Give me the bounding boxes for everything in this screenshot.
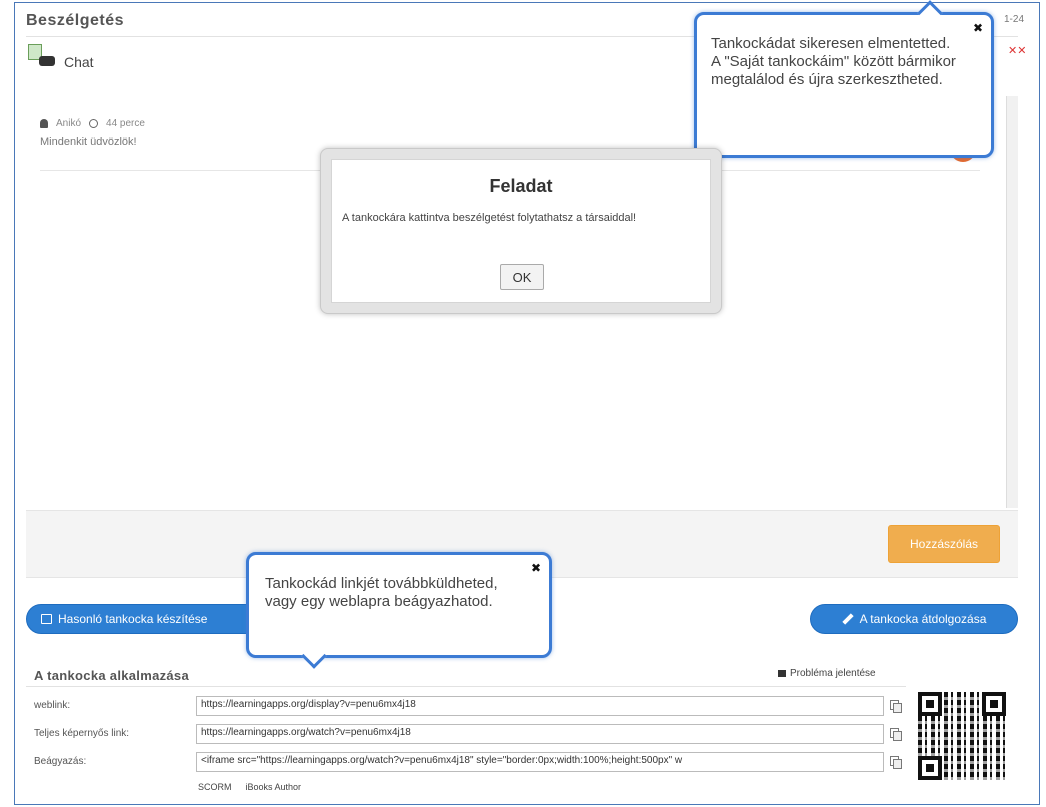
fullscreen-link-field[interactable]: https://learningapps.org/watch?v=penu6mx… [196,724,884,744]
page-title: Beszélgetés [26,12,124,29]
report-label: Probléma jelentése [790,668,876,679]
message-text: Mindenkit üdvözlök! [40,136,137,148]
scorm-link[interactable]: SCORM [198,782,232,792]
share-link-text: Tankockád linkjét továbbküldheted, vagy … [265,575,498,610]
weblink-field[interactable]: https://learningapps.org/display?v=penu6… [196,696,884,716]
save-success-tooltip: ✖ Tankockádat sikeresen elmentetted. A "… [694,0,994,158]
dialog-body: A tankockára kattintva beszélgetést foly… [342,212,637,224]
weblink-label: weblink: [34,700,71,711]
create-similar-button[interactable]: Hasonló tankocka készítése [26,604,266,634]
qr-code [916,690,1008,782]
close-icon[interactable]: ✖ [531,561,541,575]
ibooks-author-link[interactable]: iBooks Author [246,782,302,792]
task-dialog: Feladat A tankockára kattintva beszélget… [320,148,722,314]
copy-icon[interactable] [890,756,902,769]
copy-icon[interactable] [890,728,902,741]
fullscreen-link-label: Teljes képernyős link: [34,728,130,739]
chat-label: Chat [64,54,94,70]
embed-code-field[interactable]: <iframe src="https://learningapps.org/wa… [196,752,884,772]
report-problem-link[interactable]: Probléma jelentése [778,668,876,679]
chat-header: Chat [28,44,94,72]
usage-title: A tankocka alkalmazása [34,668,189,683]
flag-icon [778,670,786,677]
user-icon [40,119,48,128]
rework-app-label: A tankocka átdolgozása [859,612,987,626]
usage-divider [26,686,906,687]
message-meta: Anikó 44 perce [40,118,145,129]
pencil-icon [841,613,854,625]
message-author: Anikó [56,118,82,129]
rework-app-button[interactable]: A tankocka átdolgozása [810,604,1018,634]
edit-icon [41,614,52,624]
chat-scrollbar[interactable] [1006,96,1018,508]
save-success-text: Tankockádat sikeresen elmentetted. A "Sa… [711,35,956,88]
close-icon[interactable]: ✕✕ [1008,44,1026,57]
export-links: SCORM iBooks Author [198,782,301,792]
share-link-tooltip: ✖ Tankockád linkjét továbbküldheted, vag… [246,552,552,669]
create-similar-label: Hasonló tankocka készítése [58,612,208,626]
ok-button[interactable]: OK [500,264,544,290]
embed-label: Beágyazás: [34,756,87,767]
message-time: 44 perce [106,118,145,129]
submit-comment-button[interactable]: Hozzászólás [888,525,1000,563]
chat-icon [28,44,58,72]
copy-icon[interactable] [890,700,902,713]
close-icon[interactable]: ✖ [973,21,983,35]
corner-counter: 1-24 [1004,14,1025,25]
clock-icon [89,119,99,128]
dialog-title: Feladat [489,176,553,196]
